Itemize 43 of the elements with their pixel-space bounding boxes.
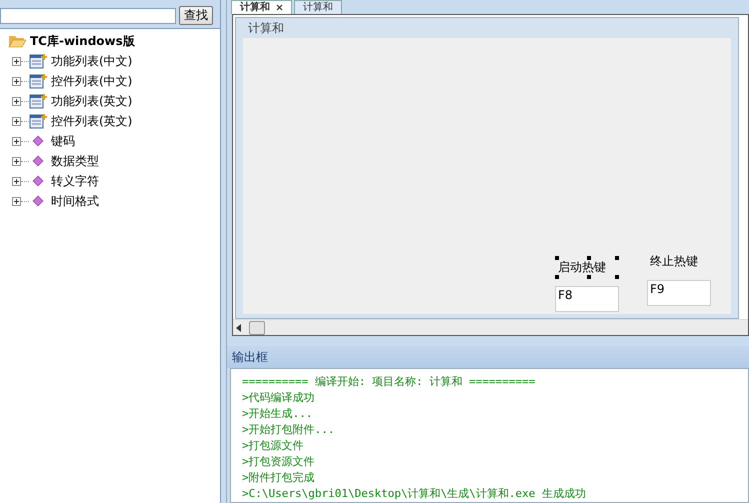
- expand-icon[interactable]: [12, 56, 21, 66]
- form-title: 计算和: [247, 20, 285, 37]
- scroll-thumb[interactable]: [249, 320, 265, 334]
- tree-item[interactable]: 键码: [51, 132, 75, 150]
- table-icon: [29, 113, 47, 129]
- expand-icon[interactable]: [12, 76, 21, 86]
- expand-icon[interactable]: [12, 96, 21, 106]
- output-line: >代码编译成功: [242, 390, 316, 406]
- expand-icon[interactable]: [12, 176, 21, 186]
- output-line: >打包源文件: [242, 438, 305, 454]
- scroll-left-icon[interactable]: [236, 324, 242, 332]
- output-line: >开始打包附件...: [242, 422, 336, 438]
- expand-icon[interactable]: [12, 156, 21, 166]
- output-line: >C:\Users\gbri01\Desktop\计算和\生成\计算和.exe 生成成功: [242, 486, 587, 502]
- table-icon: [29, 53, 47, 69]
- hotkey-label[interactable]: 终止热键: [647, 253, 711, 270]
- output-line: >开始生成...: [242, 406, 314, 422]
- hotkey-field[interactable]: F9: [647, 280, 711, 306]
- tree-item[interactable]: 数据类型: [51, 152, 99, 170]
- table-icon: [29, 93, 47, 109]
- tree-item[interactable]: 控件列表(英文): [51, 112, 132, 130]
- expand-icon[interactable]: [12, 196, 21, 206]
- tree-item[interactable]: 转义字符: [51, 172, 99, 190]
- expand-icon[interactable]: [12, 136, 21, 146]
- tree-item[interactable]: 时间格式: [51, 192, 99, 210]
- hotkey-label[interactable]: 启动热键: [555, 259, 619, 276]
- output-panel-header: 输出框: [227, 346, 749, 368]
- output-line: >打包资源文件: [242, 454, 316, 470]
- table-icon: [29, 73, 47, 89]
- search-button[interactable]: 查找: [179, 6, 213, 25]
- tree-item[interactable]: 功能列表(中文): [51, 52, 132, 70]
- output-line: ========== 编译开始: 项目名称: 计算和 ==========: [242, 374, 536, 390]
- hotkey-field[interactable]: F8: [555, 286, 619, 312]
- output-line: >附件打包完成: [242, 470, 316, 486]
- expand-icon[interactable]: [12, 116, 21, 126]
- search-field[interactable]: [0, 8, 176, 24]
- tree-item[interactable]: 控件列表(中文): [51, 72, 132, 90]
- horizontal-scrollbar[interactable]: [233, 319, 748, 335]
- close-icon[interactable]: [276, 4, 283, 11]
- tree-root-label[interactable]: TC库-windows版: [30, 32, 135, 50]
- document-tab[interactable]: 计算和: [294, 0, 342, 14]
- tree-item[interactable]: 功能列表(英文): [51, 92, 132, 110]
- document-tab[interactable]: 计算和: [231, 0, 292, 14]
